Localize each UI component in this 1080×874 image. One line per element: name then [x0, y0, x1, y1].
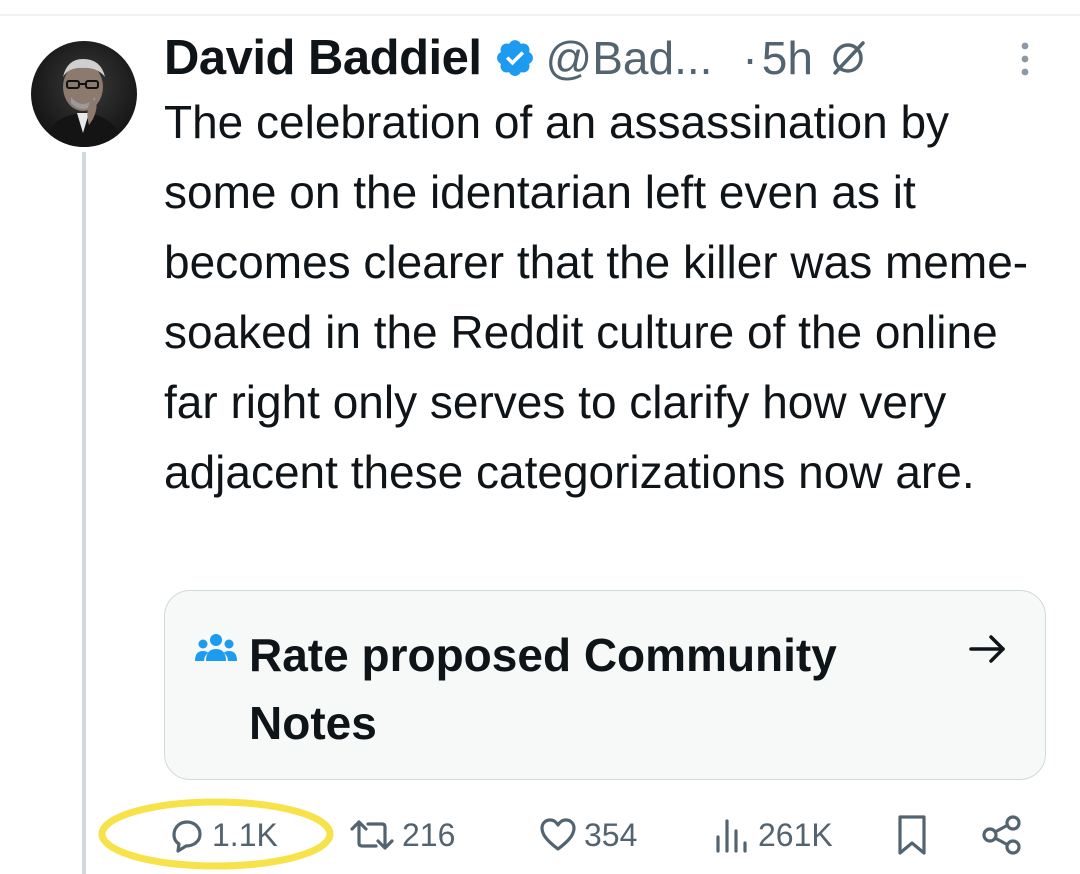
arrow-right-icon: [965, 629, 1009, 669]
top-divider: [0, 14, 1080, 16]
bookmark-icon: [898, 815, 926, 855]
community-note-card[interactable]: Rate proposed Community Notes: [164, 590, 1046, 780]
avatar[interactable]: [31, 41, 137, 147]
like-icon: [540, 818, 576, 851]
views-count: 261K: [758, 816, 833, 853]
community-icon: [195, 631, 237, 665]
thread-line: [82, 152, 86, 874]
views-button[interactable]: 261K: [712, 810, 833, 860]
community-note-label: Rate proposed Community Notes: [249, 629, 837, 749]
bookmark-button[interactable]: [892, 810, 932, 860]
verified-badge-icon[interactable]: [494, 37, 536, 79]
share-icon: [982, 815, 1021, 855]
separator-dot: ·: [742, 32, 758, 84]
more-icon[interactable]: [1008, 34, 1042, 84]
grok-icon[interactable]: [827, 37, 869, 79]
avatar-image: [43, 59, 125, 147]
tweet-header: David Baddiel @Bad... · 5h: [164, 26, 869, 90]
share-button[interactable]: [980, 810, 1024, 860]
highlight-annotation: [98, 798, 334, 870]
tweet-text: The celebration of an assassination by s…: [164, 96, 1029, 498]
repost-icon: [350, 820, 394, 850]
like-count: 354: [584, 816, 638, 853]
repost-button[interactable]: 216: [348, 810, 455, 860]
timestamp[interactable]: 5h: [762, 31, 813, 85]
user-handle[interactable]: @Bad...: [546, 31, 713, 85]
display-name[interactable]: David Baddiel: [164, 30, 482, 86]
repost-count: 216: [402, 816, 456, 853]
views-icon: [716, 819, 747, 853]
like-button[interactable]: 354: [538, 810, 637, 860]
